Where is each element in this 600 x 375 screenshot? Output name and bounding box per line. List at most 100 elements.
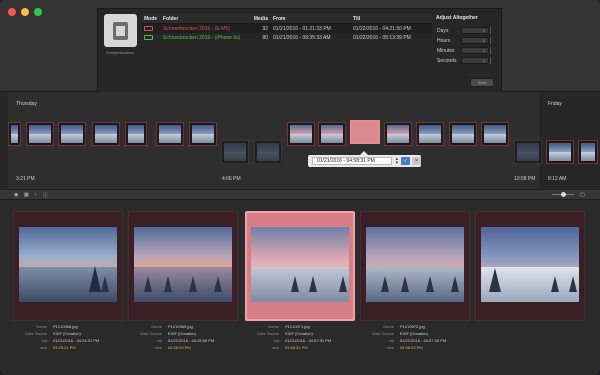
timeline-thumbnail[interactable] bbox=[481, 122, 509, 146]
timeline-thumbnail[interactable] bbox=[384, 122, 412, 146]
photo-card[interactable] bbox=[128, 211, 238, 321]
days-field[interactable]: 0 bbox=[461, 27, 489, 34]
zoom-slider-knob[interactable] bbox=[561, 192, 566, 197]
expand-icon[interactable]: ▢ bbox=[580, 192, 585, 198]
pin-icon[interactable]: ↑ bbox=[34, 192, 37, 198]
photo-name: P1210071.jpg bbox=[285, 324, 310, 329]
table-row[interactable]: Schneebrocken 2016 - (E-M5) 92 01/21/201… bbox=[142, 24, 432, 33]
grid-icon[interactable]: ▦ bbox=[24, 192, 29, 198]
from-date: 01/21/2016 - 01:21:33 PM bbox=[273, 25, 331, 32]
source-label: Data Source bbox=[256, 331, 279, 336]
media-count: 80 bbox=[262, 34, 268, 41]
table-row[interactable]: Schneebrocken 2016 - (iPhone 6s) 80 01/2… bbox=[142, 33, 432, 42]
photo-thumbnail[interactable] bbox=[366, 227, 464, 302]
photo-metadata: Name P1210068.jpg Data Source EXIF (Creati… bbox=[13, 323, 123, 351]
timeline[interactable]: Thursday Friday 3:21 PM 4:06 PM 10:08 PM… bbox=[0, 92, 600, 190]
photo-old-time: 01/21/2016 - 04:24:21 PM bbox=[53, 338, 100, 343]
hours-label: Hours bbox=[437, 37, 451, 44]
timeline-thumbnail[interactable] bbox=[8, 122, 21, 146]
photo-grid: Name P1210068.jpg Data Source EXIF (Creati… bbox=[0, 201, 600, 375]
timeline-thumbnail[interactable] bbox=[318, 122, 346, 146]
time-edit-popover: 01/21/2016 - 04:58:31 PM ▴ ▾ ✓ ✕ bbox=[308, 151, 421, 167]
timeline-thumbnail[interactable] bbox=[514, 140, 542, 164]
timeline-thumbnail[interactable] bbox=[254, 140, 282, 164]
header-from[interactable]: From bbox=[273, 16, 353, 22]
timeline-thumbnail[interactable] bbox=[125, 122, 147, 146]
zoom-window-button[interactable] bbox=[34, 8, 42, 16]
photo-new-time: 04:58:33 PM bbox=[400, 345, 423, 350]
source-label: Data Source bbox=[24, 331, 47, 336]
media-table-header: Mode Folder Media From Till bbox=[142, 14, 432, 24]
new-label: new bbox=[271, 345, 279, 350]
header-folder[interactable]: Folder bbox=[163, 16, 250, 22]
seconds-field[interactable]: 0 bbox=[461, 57, 489, 64]
minimize-window-button[interactable] bbox=[21, 8, 29, 16]
photo-card[interactable] bbox=[13, 211, 123, 321]
close-window-button[interactable] bbox=[8, 8, 16, 16]
photo-old-time: 01/21/2016 - 04:25:59 PM bbox=[168, 338, 215, 343]
photo-thumbnail[interactable] bbox=[481, 227, 579, 302]
from-date: 01/21/2016 - 08:35:33 AM bbox=[273, 34, 331, 41]
time-tick: 3:21 PM bbox=[16, 176, 35, 182]
photo-old-time: 01/21/2016 - 04:57:31 PM bbox=[285, 338, 332, 343]
timeline-thumbnail-selected[interactable] bbox=[350, 120, 380, 144]
old-label: old bbox=[273, 338, 279, 343]
header-mode[interactable]: Mode bbox=[142, 16, 163, 22]
timeline-thumbnail[interactable] bbox=[58, 122, 86, 146]
media-folder-icon[interactable] bbox=[104, 14, 137, 47]
datetime-stepper[interactable]: ▴ ▾ bbox=[394, 157, 399, 166]
timeline-thumbnail[interactable] bbox=[221, 140, 249, 164]
source-label: Data Source bbox=[139, 331, 162, 336]
seconds-stepper[interactable] bbox=[490, 57, 494, 64]
media-count: 92 bbox=[262, 25, 268, 32]
photo-thumbnail[interactable] bbox=[19, 227, 117, 302]
photo-thumbnail[interactable] bbox=[134, 227, 232, 302]
day-shade bbox=[0, 92, 8, 190]
timeline-thumbnail[interactable] bbox=[449, 122, 477, 146]
header-till[interactable]: Till bbox=[353, 16, 432, 22]
minutes-field[interactable]: 0 bbox=[461, 47, 489, 54]
name-label: Name bbox=[36, 324, 47, 329]
timeline-thumbnail[interactable] bbox=[287, 122, 315, 146]
timeline-thumbnail[interactable] bbox=[578, 140, 598, 164]
datetime-input[interactable]: 01/21/2016 - 04:58:31 PM bbox=[312, 157, 393, 165]
confirm-icon[interactable]: ✓ bbox=[401, 157, 411, 165]
photo-card-selected[interactable] bbox=[245, 211, 355, 321]
minutes-stepper[interactable] bbox=[490, 47, 494, 54]
photo-source: EXIF (Creation) bbox=[53, 331, 81, 336]
camera-mode-icon bbox=[144, 34, 153, 40]
days-stepper[interactable] bbox=[490, 27, 494, 34]
cancel-icon[interactable]: ✕ bbox=[412, 157, 421, 165]
photo-thumbnail[interactable] bbox=[251, 227, 349, 302]
timeline-thumbnail[interactable] bbox=[546, 140, 574, 164]
timeline-thumbnail[interactable] bbox=[416, 122, 444, 146]
adjust-days-row: Days 0 bbox=[436, 26, 498, 35]
photo-source: EXIF (Creation) bbox=[285, 331, 313, 336]
hours-field[interactable]: 0 bbox=[461, 37, 489, 44]
adjust-title: Adjust Altogether bbox=[436, 15, 478, 21]
eye-icon[interactable]: ◉ bbox=[14, 192, 18, 198]
header-media[interactable]: Media bbox=[250, 16, 273, 22]
camera-mode-icon bbox=[144, 25, 153, 31]
hours-stepper[interactable] bbox=[490, 37, 494, 44]
timeline-thumbnail[interactable] bbox=[189, 122, 217, 146]
timeline-thumbnail[interactable] bbox=[92, 122, 120, 146]
adjust-hours-row: Hours 0 bbox=[436, 36, 498, 45]
day-label-right: Friday bbox=[548, 101, 562, 107]
photo-card[interactable] bbox=[475, 211, 585, 321]
save-button[interactable]: Save bbox=[470, 78, 494, 87]
photo-metadata: Name P1210072.jpg Data Source EXIF (Creati… bbox=[360, 323, 470, 351]
source-label: Data Source bbox=[371, 331, 394, 336]
photo-source: EXIF (Creation) bbox=[400, 331, 428, 336]
timeline-thumbnail[interactable] bbox=[156, 122, 184, 146]
timeline-thumbnail[interactable] bbox=[26, 122, 54, 146]
new-label: new bbox=[39, 345, 47, 350]
till-date: 01/22/2016 - 05:13:39 PM bbox=[353, 34, 411, 41]
photo-source: EXIF (Creation) bbox=[168, 331, 196, 336]
folder-name: Schneebrocken 2016 - (E-M5) bbox=[163, 25, 230, 32]
photo-metadata: Name P1210071.jpg Data Source EXIF (Creati… bbox=[245, 323, 355, 351]
time-tick: 8:12 AM bbox=[548, 176, 567, 182]
name-label: Name bbox=[268, 324, 279, 329]
photo-card[interactable] bbox=[360, 211, 470, 321]
info-icon[interactable]: ⓘ bbox=[43, 192, 48, 199]
